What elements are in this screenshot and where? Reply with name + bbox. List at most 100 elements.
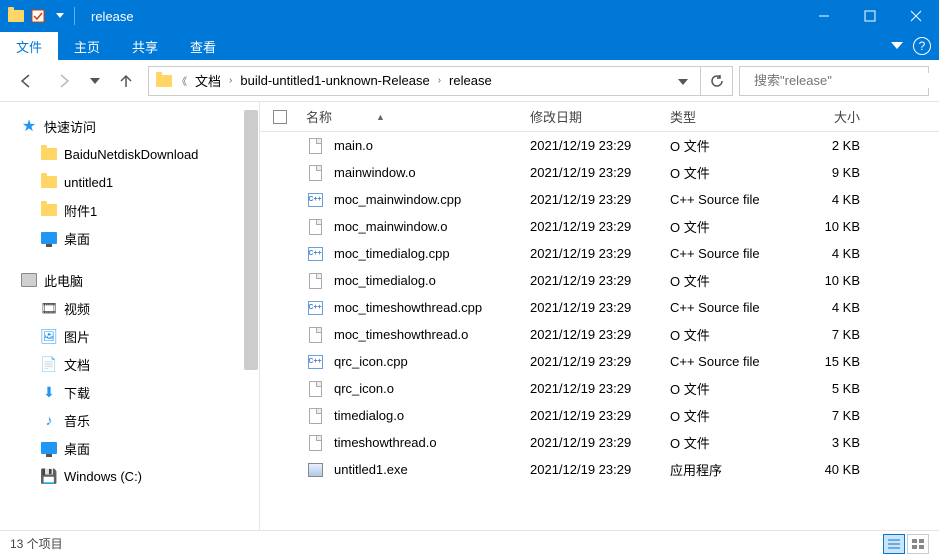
search-input[interactable] bbox=[754, 73, 930, 88]
file-row[interactable]: C++moc_mainwindow.cpp2021/12/19 23:29C++… bbox=[260, 186, 939, 213]
breadcrumb-dropdown-icon[interactable] bbox=[672, 73, 694, 88]
star-icon: ★ bbox=[20, 117, 38, 135]
doc-file-icon bbox=[306, 407, 324, 425]
close-button[interactable] bbox=[893, 0, 939, 32]
view-details-button[interactable] bbox=[883, 534, 905, 554]
up-button[interactable] bbox=[110, 67, 142, 95]
file-size: 5 KB bbox=[800, 381, 880, 396]
file-name: timedialog.o bbox=[334, 408, 404, 423]
file-row[interactable]: C++moc_timeshowthread.cpp2021/12/19 23:2… bbox=[260, 294, 939, 321]
column-date[interactable]: 修改日期 bbox=[530, 107, 670, 126]
file-size: 2 KB bbox=[800, 138, 880, 153]
file-row[interactable]: timedialog.o2021/12/19 23:29O 文件7 KB bbox=[260, 402, 939, 429]
file-size: 40 KB bbox=[800, 462, 880, 477]
refresh-button[interactable] bbox=[701, 66, 733, 96]
file-date: 2021/12/19 23:29 bbox=[530, 327, 670, 342]
column-size[interactable]: 大小 bbox=[800, 107, 880, 126]
file-size: 4 KB bbox=[800, 192, 880, 207]
file-row[interactable]: moc_timeshowthread.o2021/12/19 23:29O 文件… bbox=[260, 321, 939, 348]
file-row[interactable]: mainwindow.o2021/12/19 23:29O 文件9 KB bbox=[260, 159, 939, 186]
file-type: O 文件 bbox=[670, 379, 800, 398]
file-date: 2021/12/19 23:29 bbox=[530, 138, 670, 153]
file-list: 名称▲ 修改日期 类型 大小 main.o2021/12/19 23:29O 文… bbox=[260, 102, 939, 530]
file-type: C++ Source file bbox=[670, 246, 800, 261]
sidebar-label: 此电脑 bbox=[44, 271, 83, 290]
qat-dropdown-icon[interactable] bbox=[50, 6, 70, 26]
qat-properties-icon[interactable] bbox=[28, 6, 48, 26]
file-date: 2021/12/19 23:29 bbox=[530, 165, 670, 180]
select-all-checkbox[interactable] bbox=[273, 110, 287, 124]
documents-icon: 📄 bbox=[40, 355, 58, 373]
column-name[interactable]: 名称▲ bbox=[300, 107, 530, 126]
file-type: O 文件 bbox=[670, 406, 800, 425]
file-size: 4 KB bbox=[800, 246, 880, 261]
sidebar-item[interactable]: 桌面 bbox=[0, 434, 259, 462]
file-name: moc_timeshowthread.o bbox=[334, 327, 468, 342]
search-box[interactable] bbox=[739, 66, 929, 96]
file-date: 2021/12/19 23:29 bbox=[530, 246, 670, 261]
folder-icon bbox=[40, 173, 58, 191]
file-date: 2021/12/19 23:29 bbox=[530, 273, 670, 288]
file-row[interactable]: qrc_icon.o2021/12/19 23:29O 文件5 KB bbox=[260, 375, 939, 402]
tab-share[interactable]: 共享 bbox=[116, 32, 174, 60]
sidebar-item[interactable]: ⬇下载 bbox=[0, 378, 259, 406]
window-title: release bbox=[83, 9, 801, 24]
minimize-button[interactable] bbox=[801, 0, 847, 32]
sidebar-item[interactable]: 桌面 bbox=[0, 224, 259, 252]
back-button[interactable] bbox=[10, 67, 42, 95]
column-headers: 名称▲ 修改日期 类型 大小 bbox=[260, 102, 939, 132]
sidebar-item[interactable]: 附件1 bbox=[0, 196, 259, 224]
desktop-icon bbox=[40, 439, 58, 457]
forward-button[interactable] bbox=[48, 67, 80, 95]
sidebar-item[interactable]: ♪音乐 bbox=[0, 406, 259, 434]
file-size: 7 KB bbox=[800, 327, 880, 342]
sidebar-item[interactable]: untitled1 bbox=[0, 168, 259, 196]
sidebar-item[interactable]: BaiduNetdiskDownload bbox=[0, 140, 259, 168]
file-row[interactable]: timeshowthread.o2021/12/19 23:29O 文件3 KB bbox=[260, 429, 939, 456]
file-date: 2021/12/19 23:29 bbox=[530, 300, 670, 315]
sidebar-item[interactable]: 📄文档 bbox=[0, 350, 259, 378]
breadcrumb-item[interactable]: build-untitled1-unknown-Release bbox=[236, 73, 433, 88]
folder-icon bbox=[6, 6, 26, 26]
scrollbar[interactable] bbox=[244, 110, 258, 370]
doc-file-icon bbox=[306, 164, 324, 182]
file-row[interactable]: moc_timedialog.o2021/12/19 23:29O 文件10 K… bbox=[260, 267, 939, 294]
sidebar-item[interactable]: 🎞视频 bbox=[0, 294, 259, 322]
maximize-button[interactable] bbox=[847, 0, 893, 32]
sidebar-item[interactable]: 🖼图片 bbox=[0, 322, 259, 350]
folder-icon bbox=[40, 201, 58, 219]
file-row[interactable]: untitled1.exe2021/12/19 23:29应用程序40 KB bbox=[260, 456, 939, 483]
folder-icon bbox=[40, 145, 58, 163]
chevron-right-icon[interactable]: › bbox=[229, 75, 232, 86]
breadcrumb[interactable]: 《 文档 › build-untitled1-unknown-Release ›… bbox=[148, 66, 701, 96]
doc-file-icon bbox=[306, 380, 324, 398]
file-name: mainwindow.o bbox=[334, 165, 416, 180]
chevron-right-icon[interactable]: › bbox=[438, 75, 441, 86]
recent-dropdown[interactable] bbox=[86, 67, 104, 95]
view-icons-button[interactable] bbox=[907, 534, 929, 554]
sidebar-item[interactable]: 💾Windows (C:) bbox=[0, 462, 259, 490]
help-icon[interactable]: ? bbox=[913, 37, 931, 55]
tab-file[interactable]: 文件 bbox=[0, 32, 58, 60]
ribbon-expand-icon[interactable] bbox=[891, 42, 903, 50]
breadcrumb-item[interactable]: 文档 bbox=[191, 71, 225, 90]
breadcrumb-item[interactable]: release bbox=[445, 73, 496, 88]
doc-file-icon bbox=[306, 326, 324, 344]
file-name: moc_mainwindow.o bbox=[334, 219, 447, 234]
file-type: O 文件 bbox=[670, 136, 800, 155]
file-row[interactable]: C++moc_timedialog.cpp2021/12/19 23:29C++… bbox=[260, 240, 939, 267]
column-type[interactable]: 类型 bbox=[670, 107, 800, 126]
file-row[interactable]: moc_mainwindow.o2021/12/19 23:29O 文件10 K… bbox=[260, 213, 939, 240]
breadcrumb-folder-icon bbox=[155, 72, 173, 90]
file-name: timeshowthread.o bbox=[334, 435, 437, 450]
tab-view[interactable]: 查看 bbox=[174, 32, 232, 60]
file-row[interactable]: main.o2021/12/19 23:29O 文件2 KB bbox=[260, 132, 939, 159]
tab-home[interactable]: 主页 bbox=[58, 32, 116, 60]
ribbon-tabs: 文件 主页 共享 查看 ? bbox=[0, 32, 939, 60]
file-row[interactable]: C++qrc_icon.cpp2021/12/19 23:29C++ Sourc… bbox=[260, 348, 939, 375]
sidebar-quick-access[interactable]: ★ 快速访问 bbox=[0, 112, 259, 140]
file-date: 2021/12/19 23:29 bbox=[530, 408, 670, 423]
sidebar-this-pc[interactable]: 此电脑 bbox=[0, 266, 259, 294]
sidebar-item-label: 桌面 bbox=[64, 229, 90, 248]
chevron-icon[interactable]: 《 bbox=[177, 73, 187, 88]
